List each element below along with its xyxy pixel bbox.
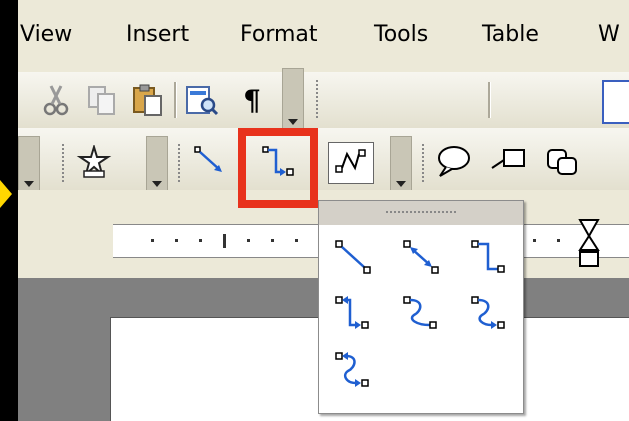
print-preview-icon[interactable] (182, 80, 222, 120)
menu-move-handle[interactable] (319, 201, 523, 225)
toolbar-grip[interactable] (62, 144, 68, 182)
autoshapes-stars-icon[interactable] (74, 142, 114, 182)
curved-connector-icon[interactable] (328, 142, 374, 184)
menu-tools[interactable]: Tools (374, 22, 428, 47)
callout-shapes-icon[interactable] (542, 142, 582, 182)
indent-marker-icon[interactable] (578, 218, 600, 275)
curved-double-arrow-connector-icon[interactable] (325, 345, 381, 397)
toolbar-separator (174, 82, 177, 118)
toolbar-separator (488, 82, 491, 118)
straight-double-arrow-connector-icon[interactable] (393, 231, 449, 283)
menu-insert[interactable]: Insert (126, 22, 189, 47)
toolbar-grip[interactable] (422, 144, 428, 182)
toolbar-options-handle[interactable] (18, 136, 40, 192)
menu-format[interactable]: Format (240, 22, 318, 47)
toolbar-grip[interactable] (316, 80, 322, 118)
menu-view[interactable]: View (20, 22, 72, 47)
menu-table[interactable]: Table (482, 22, 539, 47)
curved-arrow-connector-icon[interactable] (461, 287, 517, 339)
toolbar-options-handle[interactable] (146, 136, 168, 192)
callout-icon[interactable] (432, 142, 472, 182)
straight-connector-icon[interactable] (325, 231, 381, 283)
callout-marker (0, 180, 12, 208)
show-hide-icon[interactable]: ¶ (232, 80, 272, 120)
menu-bar: View Insert Format Tools Table W (18, 0, 629, 72)
menu-window[interactable]: W (598, 22, 620, 47)
word-window: View Insert Format Tools Table W ¶ B I U (18, 0, 629, 421)
toolbar-options-handle[interactable] (390, 136, 412, 192)
toolbar-options-handle[interactable] (282, 68, 304, 130)
drawing-toolbar (18, 128, 629, 192)
selection-highlight (238, 128, 318, 208)
line-callout-icon[interactable] (488, 142, 528, 182)
standard-toolbar: ¶ B I U (18, 68, 629, 187)
elbow-connector-icon[interactable] (461, 231, 517, 283)
toolbar-grip[interactable] (178, 144, 184, 182)
curved-connector-icon[interactable] (393, 287, 449, 339)
connectors-menu (318, 200, 524, 414)
elbow-double-arrow-connector-icon[interactable] (325, 287, 381, 339)
paste-icon[interactable] (128, 80, 168, 120)
straight-arrow-connector-icon[interactable] (190, 142, 230, 182)
cut-icon[interactable] (36, 80, 76, 120)
align-left-button[interactable] (602, 80, 629, 124)
copy-icon[interactable] (82, 80, 122, 120)
